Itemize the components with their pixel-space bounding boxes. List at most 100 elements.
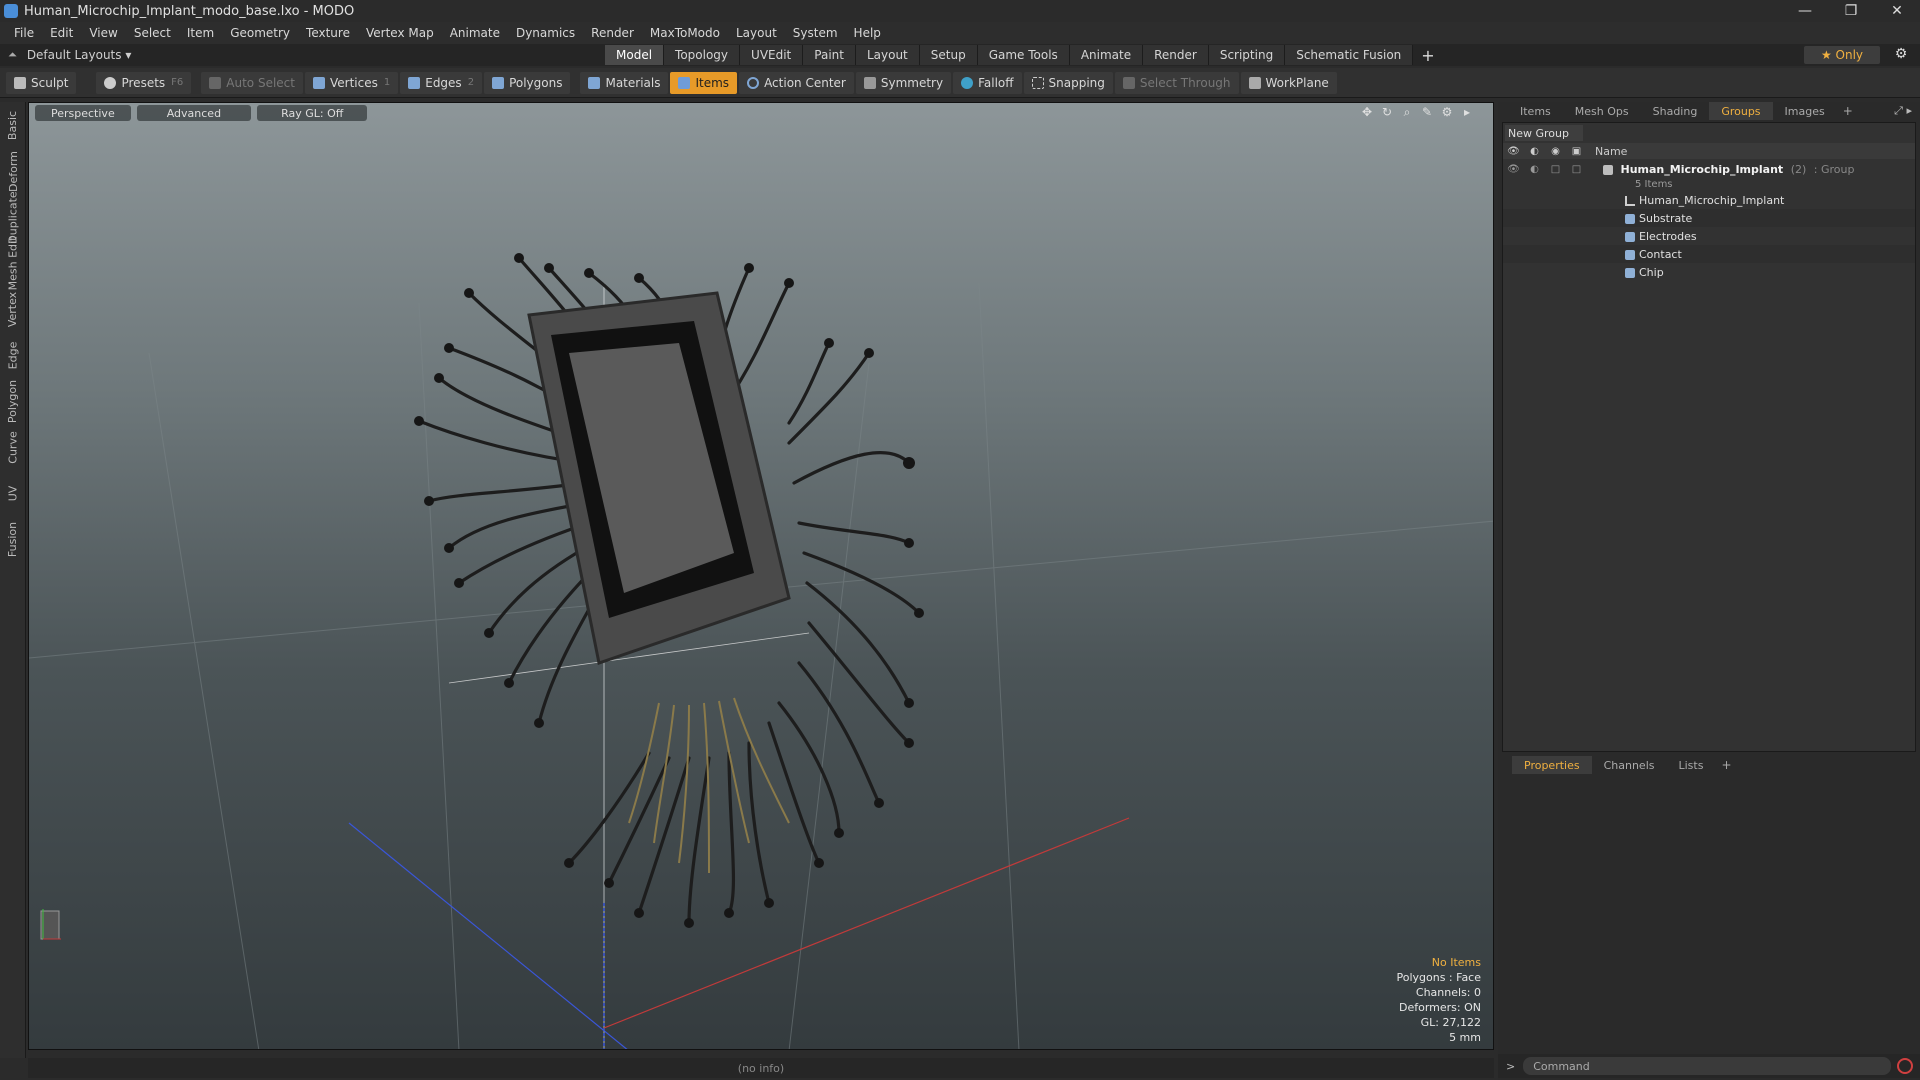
3d-viewport[interactable]: Perspective Advanced Ray GL: Off ✥ ↻ ⌕ ✎… bbox=[28, 102, 1494, 1050]
left-tab-edge[interactable]: Edge bbox=[0, 332, 26, 378]
symmetry-button[interactable]: Symmetry bbox=[855, 71, 952, 94]
expand-panel-icon[interactable]: ⤢ ▸ bbox=[1894, 104, 1912, 118]
add-panel-tab-button[interactable]: + bbox=[1837, 104, 1859, 118]
record-icon[interactable] bbox=[1897, 1058, 1914, 1074]
tab-lists[interactable]: Lists bbox=[1667, 756, 1716, 774]
tab-channels[interactable]: Channels bbox=[1592, 756, 1667, 774]
expand-arrow-icon[interactable]: ▸ bbox=[1457, 105, 1477, 121]
select-through-button[interactable]: Select Through bbox=[1114, 71, 1239, 94]
edges-button[interactable]: Edges 2 bbox=[400, 71, 483, 94]
select-toggle[interactable]: □ bbox=[1566, 164, 1587, 175]
snapping-button[interactable]: Snapping bbox=[1023, 71, 1113, 94]
raygl-button[interactable]: Ray GL: Off bbox=[257, 105, 368, 121]
new-group-button[interactable]: New Group bbox=[1505, 125, 1583, 141]
items-button[interactable]: Items bbox=[670, 71, 738, 94]
tab-mesh-ops[interactable]: Mesh Ops bbox=[1563, 102, 1641, 120]
tab-uvedit[interactable]: UVEdit bbox=[740, 45, 804, 65]
materials-button[interactable]: Materials bbox=[580, 71, 669, 94]
presets-button[interactable]: Presets F6 bbox=[96, 71, 192, 94]
tab-paint[interactable]: Paint bbox=[803, 45, 856, 65]
left-tab-fusion[interactable]: Fusion bbox=[0, 516, 26, 562]
menu-geometry[interactable]: Geometry bbox=[222, 26, 298, 40]
menu-vertex-map[interactable]: Vertex Map bbox=[358, 26, 442, 40]
menu-maxtomodo[interactable]: MaxToModo bbox=[642, 26, 728, 40]
tab-groups[interactable]: Groups bbox=[1709, 102, 1773, 120]
tab-scripting[interactable]: Scripting bbox=[1208, 45, 1286, 65]
visibility-column-icon[interactable]: 👁 bbox=[1503, 146, 1524, 157]
tab-properties[interactable]: Properties bbox=[1512, 756, 1592, 774]
left-tab-duplicate[interactable]: Duplicate bbox=[0, 191, 26, 243]
settings-icon[interactable]: ⚙ bbox=[1437, 105, 1457, 121]
visibility-toggle[interactable]: 👁 bbox=[1503, 164, 1524, 175]
tab-shading[interactable]: Shading bbox=[1641, 102, 1710, 120]
workplane-button[interactable]: WorkPlane bbox=[1240, 71, 1337, 94]
action-center-button[interactable]: Action Center bbox=[739, 71, 854, 94]
tab-layout[interactable]: Layout bbox=[855, 45, 920, 65]
select-column-icon[interactable]: ▣ bbox=[1566, 146, 1587, 157]
zoom-icon[interactable]: ⌕ bbox=[1397, 105, 1417, 121]
minimize-button[interactable]: — bbox=[1782, 0, 1828, 22]
menu-dynamics[interactable]: Dynamics bbox=[508, 26, 583, 40]
left-tab-deform[interactable]: Deform bbox=[0, 148, 26, 194]
group-row[interactable]: 👁 ◐ □ □ Human_Microchip_Implant (2) : Gr… bbox=[1503, 159, 1915, 179]
tab-items[interactable]: Items bbox=[1508, 102, 1563, 120]
tab-schematic-fusion[interactable]: Schematic Fusion bbox=[1285, 45, 1414, 65]
tab-images[interactable]: Images bbox=[1773, 102, 1837, 120]
add-properties-tab-button[interactable]: + bbox=[1715, 758, 1737, 772]
menu-help[interactable]: Help bbox=[846, 26, 889, 40]
menu-file[interactable]: File bbox=[6, 26, 42, 40]
close-button[interactable]: ✕ bbox=[1874, 0, 1920, 22]
render-column-icon[interactable]: ◐ bbox=[1524, 146, 1545, 157]
menu-animate[interactable]: Animate bbox=[442, 26, 508, 40]
polygons-button[interactable]: Polygons bbox=[484, 71, 571, 94]
menu-edit[interactable]: Edit bbox=[42, 26, 81, 40]
command-input[interactable]: Command bbox=[1523, 1057, 1892, 1075]
pencil-icon[interactable]: ✎ bbox=[1417, 105, 1437, 121]
left-tab-uv[interactable]: UV bbox=[0, 470, 26, 516]
list-item[interactable]: Chip bbox=[1503, 263, 1915, 281]
lock-toggle[interactable]: □ bbox=[1545, 164, 1566, 175]
add-tab-button[interactable]: + bbox=[1413, 44, 1442, 66]
tab-game-tools[interactable]: Game Tools bbox=[977, 45, 1070, 65]
restore-button[interactable]: ❐ bbox=[1828, 0, 1874, 22]
vertices-button[interactable]: Vertices 1 bbox=[304, 71, 399, 94]
menu-view[interactable]: View bbox=[81, 26, 125, 40]
left-tab-mesh-edit[interactable]: Mesh Edit bbox=[0, 236, 26, 290]
render-toggle[interactable]: ◐ bbox=[1524, 164, 1545, 175]
menu-layout[interactable]: Layout bbox=[728, 26, 785, 40]
menu-item[interactable]: Item bbox=[179, 26, 222, 40]
symmetry-label: Symmetry bbox=[880, 75, 944, 90]
menu-system[interactable]: System bbox=[785, 26, 846, 40]
tab-setup[interactable]: Setup bbox=[919, 45, 978, 65]
title-bar: Human_Microchip_Implant_modo_base.lxo - … bbox=[0, 0, 1920, 22]
layout-selector[interactable]: ⏶ Default Layouts ▾ bbox=[0, 48, 180, 62]
falloff-button[interactable]: Falloff bbox=[953, 71, 1022, 94]
only-button[interactable]: ★ Only bbox=[1804, 46, 1880, 64]
shading-mode-button[interactable]: Advanced bbox=[136, 105, 252, 121]
pan-icon[interactable]: ✥ bbox=[1357, 105, 1377, 121]
list-item[interactable]: Contact bbox=[1503, 245, 1915, 263]
menu-texture[interactable]: Texture bbox=[298, 26, 358, 40]
list-item[interactable]: Human_Microchip_Implant bbox=[1503, 191, 1915, 209]
menu-render[interactable]: Render bbox=[583, 26, 642, 40]
sculpt-button[interactable]: Sculpt bbox=[6, 71, 77, 94]
lock-column-icon[interactable]: ◉ bbox=[1545, 146, 1566, 157]
tab-topology[interactable]: Topology bbox=[664, 45, 741, 65]
rotate-icon[interactable]: ↻ bbox=[1377, 105, 1397, 121]
view-mode-button[interactable]: Perspective bbox=[35, 105, 131, 121]
tab-render[interactable]: Render bbox=[1143, 45, 1209, 65]
tab-animate[interactable]: Animate bbox=[1069, 45, 1144, 65]
left-tab-curve[interactable]: Curve bbox=[0, 424, 26, 470]
tab-model[interactable]: Model bbox=[605, 45, 665, 65]
left-tab-vertex[interactable]: Vertex bbox=[0, 286, 26, 332]
list-item[interactable]: Substrate bbox=[1503, 209, 1915, 227]
menu-select[interactable]: Select bbox=[126, 26, 179, 40]
brush-icon bbox=[14, 76, 26, 89]
auto-select-button[interactable]: Auto Select bbox=[201, 71, 303, 94]
layouts-dropdown[interactable]: Default Layouts ▾ bbox=[27, 48, 132, 62]
left-tab-basic[interactable]: Basic bbox=[0, 102, 26, 148]
column-toggles: 👁 ◐ ◉ ▣ bbox=[1503, 146, 1589, 157]
list-item[interactable]: Electrodes bbox=[1503, 227, 1915, 245]
left-tab-polygon[interactable]: Polygon bbox=[0, 378, 26, 424]
gear-icon[interactable]: ⚙ bbox=[1892, 46, 1910, 64]
